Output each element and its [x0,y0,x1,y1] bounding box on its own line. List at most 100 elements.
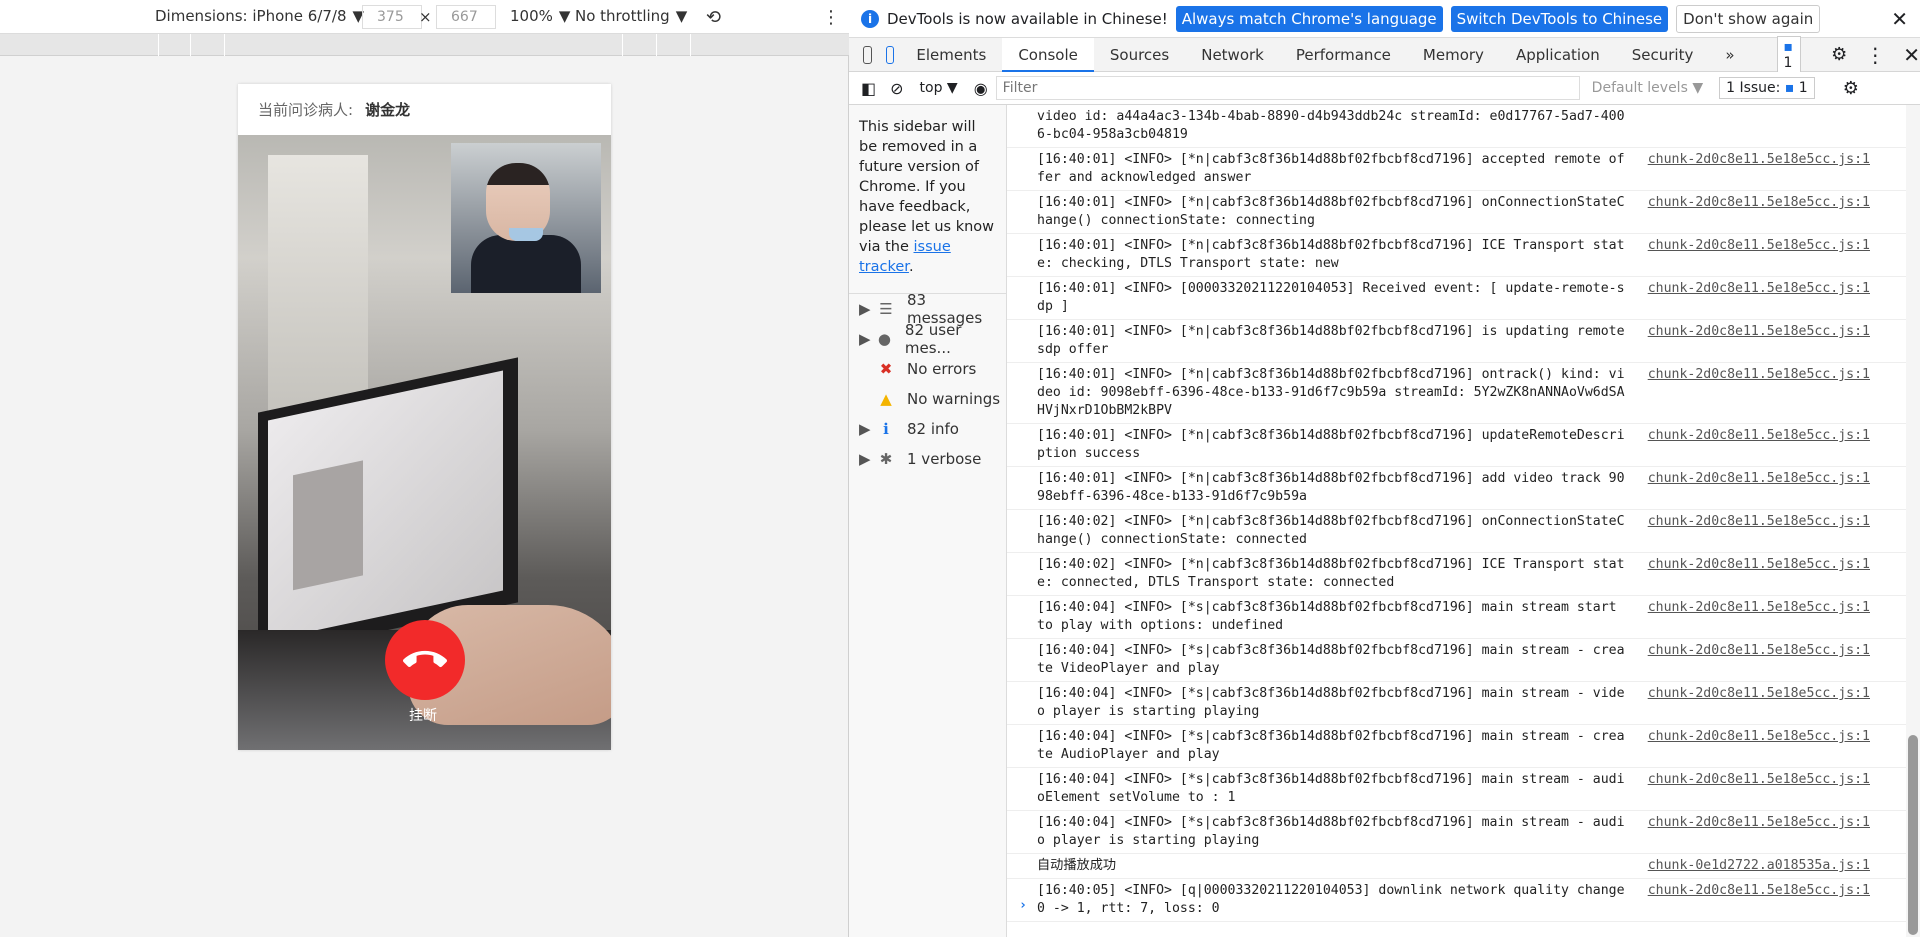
console-row: [16:40:01] <INFO> [*n|cabf3c8f36b14d88bf… [1007,234,1920,277]
source-link[interactable]: chunk-0e1d2722.a018535a.js:1 [1648,857,1870,875]
tab-console[interactable]: Console [1002,37,1094,72]
source-link[interactable]: chunk-2d0c8e11.5e18e5cc.js:1 [1648,814,1870,832]
zoom-dropdown[interactable]: 100% ▼ [510,7,570,25]
sidebar-filter-item[interactable]: ▶ ✱ 1 verbose [849,444,1006,474]
sidebar-filter-item[interactable]: ▶ ☰ 83 messages [849,291,1006,327]
remote-video: 挂断 [238,135,611,750]
console-row: [16:40:01] <INFO> [00003320211220104053]… [1007,277,1920,320]
log-levels-dropdown[interactable]: Default levels ▼ [1592,80,1703,96]
console-message-text: [16:40:01] <INFO> [*n|cabf3c8f36b14d88bf… [1037,367,1625,418]
console-row: [16:40:02] <INFO> [*n|cabf3c8f36b14d88bf… [1007,553,1920,596]
tab-security[interactable]: Security [1616,38,1710,72]
sidebar-filter-label: No warnings [907,390,1001,408]
rotate-icon[interactable]: ⟲ [706,7,721,28]
message-icon: ▪ [1783,38,1794,55]
tab-application[interactable]: Application [1500,38,1616,72]
tab-elements[interactable]: Elements [900,38,1002,72]
source-link[interactable]: chunk-2d0c8e11.5e18e5cc.js:1 [1648,323,1870,341]
console-filterbar: ◧ ⊘ top ▼ ◉ Filter Default levels ▼ 1 Is… [849,72,1920,105]
console-message-text: [16:40:04] <INFO> [*s|cabf3c8f36b14d88bf… [1037,686,1625,719]
sidebar-filter-label: 1 verbose [907,450,982,468]
console-row: [16:40:05] <INFO> [q|0000332021122010405… [1007,879,1920,922]
console-message-text: [16:40:01] <INFO> [*n|cabf3c8f36b14d88bf… [1037,324,1625,357]
source-link[interactable]: chunk-2d0c8e11.5e18e5cc.js:1 [1648,685,1870,703]
sidebar-filter-label: 82 user mes... [904,321,962,357]
tab-sources[interactable]: Sources [1094,38,1185,72]
tab-network[interactable]: Network [1185,38,1280,72]
mobile-viewport: 当前问诊病人: 谢金龙 挂断 [238,84,611,750]
filter-input[interactable]: Filter [995,76,1580,100]
live-expression-eye-icon[interactable]: ◉ [974,79,988,98]
more-options-icon[interactable]: ⋮ [822,7,840,28]
hangup-label: 挂断 [409,708,437,724]
source-link[interactable]: chunk-2d0c8e11.5e18e5cc.js:1 [1648,556,1870,574]
console-row: [16:40:04] <INFO> [*s|cabf3c8f36b14d88bf… [1007,596,1920,639]
error-icon: ✖ [879,360,893,378]
console-scrollbar[interactable] [1906,105,1920,937]
close-icon[interactable]: ✕ [1891,7,1908,31]
levels-label: Default levels [1591,80,1688,96]
source-link[interactable]: chunk-2d0c8e11.5e18e5cc.js:1 [1648,599,1870,617]
more-options-icon[interactable]: ⋮ [1865,43,1885,67]
source-link[interactable]: chunk-2d0c8e11.5e18e5cc.js:1 [1648,237,1870,255]
patient-header: 当前问诊病人: 谢金龙 [238,84,611,135]
source-link[interactable]: chunk-2d0c8e11.5e18e5cc.js:1 [1648,470,1870,488]
match-language-button[interactable]: Always match Chrome's language [1175,5,1443,32]
local-video-preview [451,143,601,293]
more-tabs-icon[interactable]: » [1709,38,1750,72]
source-link[interactable]: chunk-2d0c8e11.5e18e5cc.js:1 [1648,513,1870,531]
issue-badge-count: 1 [1783,54,1793,71]
source-link[interactable]: chunk-2d0c8e11.5e18e5cc.js:1 [1648,642,1870,660]
source-link[interactable]: chunk-2d0c8e11.5e18e5cc.js:1 [1648,151,1870,169]
patient-label: 当前问诊病人: [258,101,354,119]
hangup-button[interactable] [385,620,465,700]
console-settings-gear-icon[interactable]: ⚙ [1843,78,1859,99]
console-message-text: [16:40:01] <INFO> [*n|cabf3c8f36b14d88bf… [1037,152,1625,185]
device-toggle-icon[interactable] [886,45,894,64]
throttling-label: No throttling [575,7,670,25]
switch-language-button[interactable]: Switch DevTools to Chinese [1450,5,1669,32]
sidebar-toggle-icon[interactable]: ◧ [861,79,876,98]
width-input[interactable]: 375 [362,5,422,29]
dont-show-again-button[interactable]: Don't show again [1676,4,1821,33]
sidebar-filter-item[interactable]: ▶ ℹ 82 info [849,414,1006,444]
tab-performance[interactable]: Performance [1280,38,1407,72]
tab-memory[interactable]: Memory [1407,38,1500,72]
sidebar-filter-item[interactable]: ▶ ● 82 user mes... [849,321,1006,357]
source-link[interactable]: chunk-2d0c8e11.5e18e5cc.js:1 [1648,366,1870,384]
phone-hangup-icon [403,650,447,668]
sidebar-filter-item[interactable]: ✖ No errors [849,354,1006,384]
expand-caret-icon[interactable]: ▶ [859,420,877,438]
dimensions-label: Dimensions: iPhone 6/7/8 [155,7,347,25]
console-row: [16:40:01] <INFO> [*n|cabf3c8f36b14d88bf… [1007,467,1920,510]
console-message-text: [16:40:02] <INFO> [*n|cabf3c8f36b14d88bf… [1037,514,1625,547]
issues-badge[interactable]: ▪ 1 [1776,35,1802,74]
console-message-text: [16:40:04] <INFO> [*s|cabf3c8f36b14d88bf… [1037,600,1617,633]
clear-console-icon[interactable]: ⊘ [890,79,903,98]
inspect-element-icon[interactable] [863,45,873,64]
scrollbar-thumb[interactable] [1908,735,1918,935]
throttling-dropdown[interactable]: No throttling ▼ [575,7,687,25]
sidebar-filter-item[interactable]: ▲ No warnings [849,384,1006,414]
context-selector[interactable]: top ▼ [920,80,958,96]
source-link[interactable]: chunk-2d0c8e11.5e18e5cc.js:1 [1648,427,1870,445]
info-icon: i [861,9,879,28]
source-link[interactable]: chunk-2d0c8e11.5e18e5cc.js:1 [1648,728,1870,746]
settings-gear-icon[interactable]: ⚙ [1831,44,1847,65]
close-devtools-icon[interactable]: ✕ [1903,43,1920,67]
console-message-text: [16:40:01] <INFO> [00003320211220104053]… [1037,281,1625,314]
device-toolbar: Dimensions: iPhone 6/7/8 ▼ 375 × 667 100%… [0,0,849,34]
source-link[interactable]: chunk-2d0c8e11.5e18e5cc.js:1 [1648,771,1870,789]
issues-counter[interactable]: 1 Issue: ▪ 1 [1719,77,1815,99]
source-link[interactable]: chunk-2d0c8e11.5e18e5cc.js:1 [1648,194,1870,212]
sidebar-filter-label: 82 info [907,420,959,438]
expand-caret-icon[interactable]: ▶ [859,450,877,468]
console-message-text: [16:40:01] <INFO> [*n|cabf3c8f36b14d88bf… [1037,195,1625,228]
dimensions-dropdown[interactable]: Dimensions: iPhone 6/7/8 ▼ [155,7,364,25]
console-prompt[interactable]: › [1019,897,1027,915]
expand-caret-icon[interactable]: ▶ [859,330,876,348]
expand-caret-icon[interactable]: ▶ [859,300,877,318]
height-input[interactable]: 667 [436,5,496,29]
source-link[interactable]: chunk-2d0c8e11.5e18e5cc.js:1 [1648,280,1870,298]
source-link[interactable]: chunk-2d0c8e11.5e18e5cc.js:1 [1648,882,1870,900]
